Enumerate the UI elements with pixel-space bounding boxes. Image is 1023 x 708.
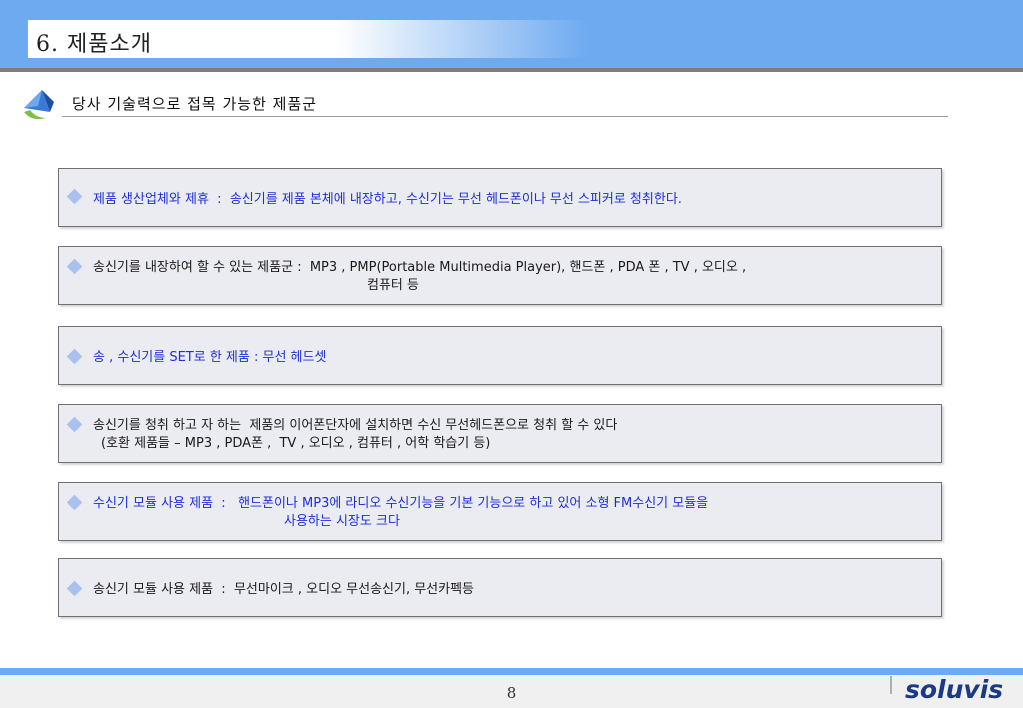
diamond-bullet-icon (66, 416, 83, 433)
product-item-box: 수신기 모듈 사용 제품 : 핸드폰이나 MP3에 라디오 수신기능을 기본 기… (58, 482, 942, 541)
diamond-bullet-icon (66, 580, 83, 597)
item-text-line2: (호환 제품들 – MP3 , PDA폰 , TV , 오디오 , 컴퓨터 , … (101, 436, 491, 451)
product-item-box: 송 , 수신기를 SET로 한 제품 : 무선 헤드셋 (58, 326, 942, 385)
item-text-line2: 사용하는 시장도 크다 (284, 514, 400, 529)
diamond-bullet-icon (66, 348, 83, 365)
product-item-box: 송신기를 청취 하고 자 하는 제품의 이어폰단자에 설치하면 수신 무선헤드폰… (58, 404, 942, 463)
product-item-box: 제품 생산업체와 제휴 : 송신기를 제품 본체에 내장하고, 수신기는 무선 … (58, 168, 942, 227)
page-number: 8 (506, 684, 517, 702)
item-text-line1: 송신기 모듈 사용 제품 : 무선마이크 , 오디오 무선송신기, 무선카펙등 (93, 582, 475, 597)
item-text-line1: 송신기를 내장하여 할 수 있는 제품군 : MP3 , PMP(Portabl… (93, 260, 747, 275)
logo-divider (890, 676, 892, 694)
diamond-bullet-icon (66, 258, 83, 275)
footer-bar (0, 668, 1023, 675)
header-divider (0, 68, 1023, 72)
item-text-line1: 송신기를 청취 하고 자 하는 제품의 이어폰단자에 설치하면 수신 무선헤드폰… (93, 418, 618, 433)
diamond-bullet-icon (66, 188, 83, 205)
product-item-box: 송신기를 내장하여 할 수 있는 제품군 : MP3 , PMP(Portabl… (58, 246, 942, 305)
item-text-line2: 컴퓨터 등 (367, 278, 419, 293)
company-logo: soluvis (905, 675, 1004, 704)
triangle-swoosh-icon (24, 90, 54, 120)
section-underline (62, 116, 948, 117)
page-title: 6. 제품소개 (36, 32, 152, 57)
item-text-line1: 송 , 수신기를 SET로 한 제품 : 무선 헤드셋 (93, 350, 327, 365)
item-text-line1: 제품 생산업체와 제휴 : 송신기를 제품 본체에 내장하고, 수신기는 무선 … (93, 192, 682, 207)
product-item-box: 송신기 모듈 사용 제품 : 무선마이크 , 오디오 무선송신기, 무선카펙등 (58, 558, 942, 617)
diamond-bullet-icon (66, 494, 83, 511)
section-title: 당사 기술력으로 접목 가능한 제품군 (72, 95, 318, 113)
item-text-line1: 수신기 모듈 사용 제품 : 핸드폰이나 MP3에 라디오 수신기능을 기본 기… (93, 496, 709, 511)
